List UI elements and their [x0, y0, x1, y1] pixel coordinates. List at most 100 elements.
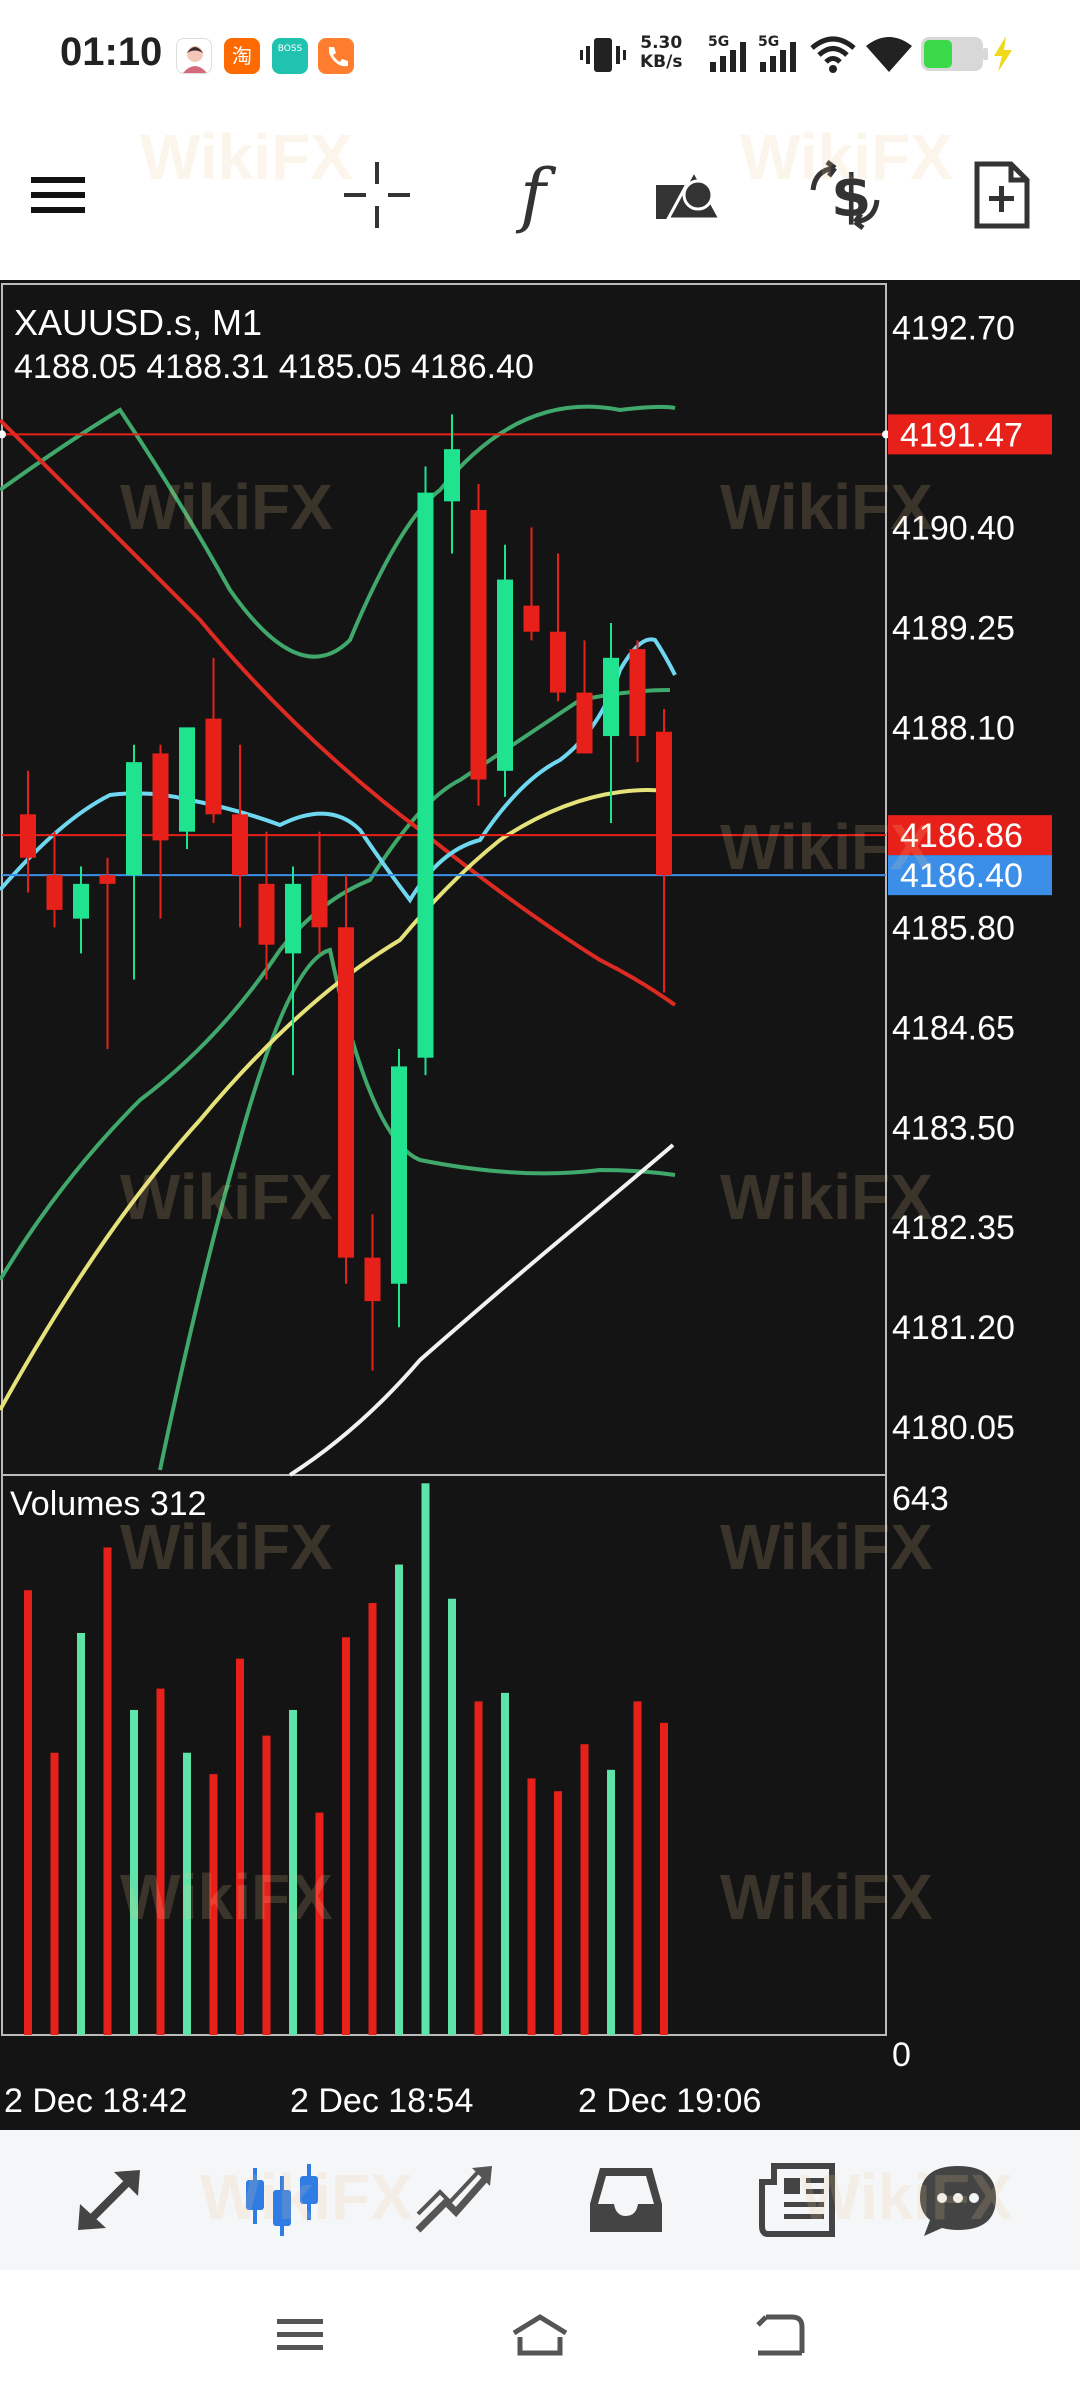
price-chart[interactable]: 4192.70 4190.40 4189.25 4188.10 4185.80 4184.… — [0, 280, 1080, 2130]
shapes-icon — [656, 167, 723, 221]
candle-bear — [470, 510, 487, 780]
candlestick-chart-icon — [246, 2164, 318, 2236]
candle-bull — [73, 883, 89, 919]
volume-series — [24, 1483, 668, 2035]
dollar-exchange-icon: $ — [810, 160, 880, 230]
time-axis-label: 2 Dec 18:54 — [290, 2082, 473, 2120]
chart-area[interactable]: 4192.70 4190.40 4189.25 4188.10 4185.80 4184.… — [0, 280, 1080, 2130]
volume-bar — [527, 1778, 536, 2035]
candle-bear — [99, 875, 116, 884]
hamburger-menu-icon — [31, 177, 85, 213]
candle-bear — [232, 814, 248, 876]
symbol-title: XAUUSD.s, M1 — [14, 302, 263, 343]
volume-bar — [421, 1483, 430, 2035]
candle-bear — [629, 649, 646, 737]
volume-bar — [554, 1791, 562, 2035]
time-axis-label: 2 Dec 18:42 — [4, 2082, 187, 2120]
home-icon — [512, 2314, 568, 2356]
status-icons: 5.30 KB/s 5G 5G — [580, 30, 1020, 80]
price-level-handle-left[interactable] — [0, 430, 6, 439]
volume-axis-min-label: 0 — [892, 2036, 911, 2074]
charging-icon — [994, 36, 1012, 72]
status-time: 01:10 — [60, 30, 163, 74]
vibrate-icon — [580, 38, 626, 72]
volume-bar — [183, 1752, 191, 2035]
trade-button[interactable]: $ — [800, 150, 890, 240]
candle-bear — [311, 875, 328, 928]
price-axis-label: 4182.35 — [892, 1209, 1015, 1247]
volume-bar — [289, 1709, 297, 2035]
candle-bull — [497, 579, 513, 771]
svg-text:5G: 5G — [758, 34, 779, 50]
candle-bull — [417, 492, 434, 1058]
candle-bull — [126, 762, 142, 876]
volume-bar — [130, 1709, 138, 2035]
volume-bar — [395, 1564, 403, 2035]
newspaper-icon — [759, 2163, 835, 2237]
battery-icon — [921, 37, 988, 71]
candle-bear — [338, 927, 354, 1258]
volume-bar — [501, 1692, 509, 2035]
candle-bull — [603, 657, 619, 737]
nav-news[interactable] — [750, 2152, 846, 2248]
moving-average-cyan-line — [0, 637, 677, 904]
back-icon — [756, 2314, 805, 2356]
bottom-navigation: WikiFX WikiFX — [0, 2130, 1080, 2270]
signal-icon-1: 5G — [708, 34, 746, 72]
ask-price-tag-text: 4186.86 — [900, 817, 1023, 855]
quotes-arrows-icon — [78, 2170, 140, 2230]
volume-bar — [607, 1769, 615, 2035]
candle-bull — [179, 727, 195, 832]
wikifx-watermark: WikiFX — [140, 121, 353, 193]
price-axis-label: 4183.50 — [892, 1109, 1015, 1147]
price-axis-label: 4184.65 — [892, 1009, 1015, 1047]
crosshair-button[interactable] — [332, 150, 422, 240]
volume-bar — [236, 1658, 244, 2035]
indicators-button[interactable]: f — [488, 150, 578, 240]
nav-quotes[interactable] — [62, 2152, 158, 2248]
add-document-icon — [974, 161, 1030, 229]
candle-bear — [152, 753, 169, 841]
hotspot-icon — [810, 36, 856, 73]
crosshair-icon — [344, 162, 410, 228]
candle-bear — [46, 875, 63, 910]
nav-history[interactable] — [578, 2152, 674, 2248]
nav-chart[interactable] — [234, 2152, 330, 2248]
function-icon: f — [520, 154, 546, 236]
network-speed: 5.30 KB/s — [640, 33, 683, 72]
volume-bar — [448, 1598, 456, 2035]
price-axis-label: 4181.20 — [892, 1309, 1015, 1347]
price-axis-label: 4192.70 — [892, 309, 1015, 347]
volume-bar — [660, 1722, 668, 2035]
nav-trade[interactable] — [406, 2152, 502, 2248]
bollinger-upper-line — [0, 404, 676, 659]
volume-bar — [633, 1701, 642, 2035]
objects-button[interactable] — [644, 150, 734, 240]
volume-bar — [209, 1774, 218, 2035]
wifi-icon — [866, 37, 912, 72]
system-navigation-bar — [0, 2270, 1080, 2400]
volume-bar — [77, 1632, 85, 2035]
price-axis-label: 4180.05 — [892, 1409, 1015, 1447]
recent-apps-button[interactable] — [260, 2300, 340, 2370]
taobao-notification-icon: 淘 — [224, 38, 260, 74]
volume-bar — [474, 1701, 483, 2035]
chart-toolbar: f $ WikiFX WikiFX — [0, 110, 1080, 280]
recent-apps-icon — [277, 2319, 323, 2350]
moving-average-red-line — [0, 418, 677, 1007]
volume-bar — [24, 1590, 32, 2035]
nav-messages[interactable] — [910, 2152, 1006, 2248]
candle-bear — [550, 631, 566, 693]
candle-bear — [364, 1257, 381, 1302]
back-button[interactable] — [740, 2300, 820, 2370]
new-order-button[interactable] — [956, 150, 1046, 240]
chat-bubble-icon — [920, 2166, 996, 2236]
price-axis-label: 4188.10 — [892, 709, 1015, 747]
candle-bull — [285, 883, 301, 954]
ohlc-values: 4188.05 4188.31 4185.05 4186.40 — [14, 348, 534, 386]
volume-bar — [315, 1812, 324, 2035]
volume-bar — [50, 1752, 59, 2035]
trend-up-icon — [415, 2166, 492, 2233]
menu-button[interactable] — [14, 150, 104, 240]
home-button[interactable] — [500, 2300, 580, 2370]
